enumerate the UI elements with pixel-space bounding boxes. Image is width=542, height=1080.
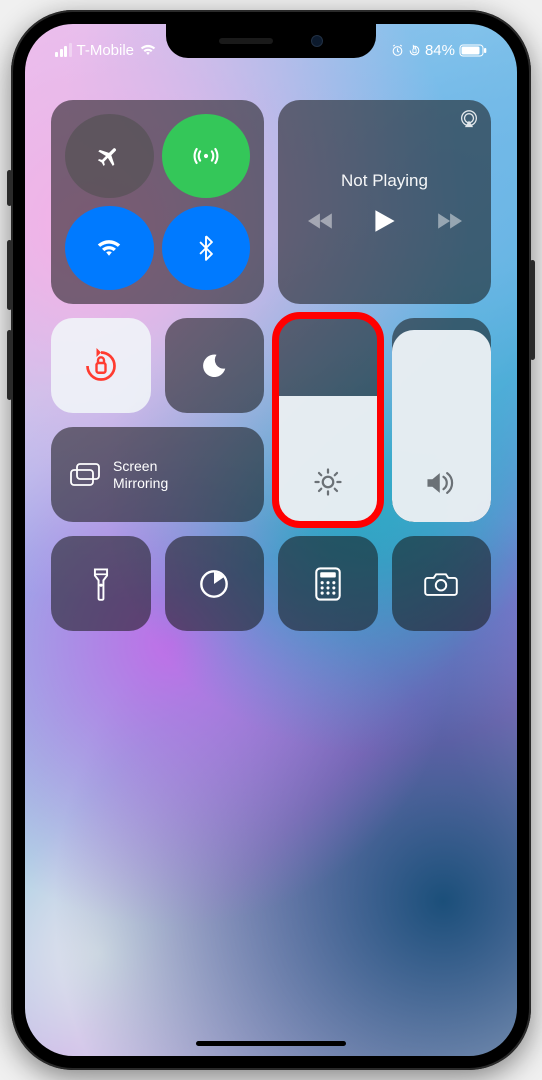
home-indicator[interactable] bbox=[196, 1041, 346, 1046]
moon-icon bbox=[199, 351, 229, 381]
rotation-lock-status-icon bbox=[408, 44, 421, 57]
brightness-slider[interactable] bbox=[278, 318, 378, 522]
screen-mirroring-icon bbox=[69, 462, 101, 488]
battery-icon bbox=[459, 44, 487, 57]
flashlight-icon bbox=[92, 567, 110, 601]
volume-up-hw bbox=[7, 240, 12, 310]
wifi-status-icon bbox=[139, 43, 157, 57]
calculator-icon bbox=[315, 567, 341, 601]
screen-mirroring-label: Screen Mirroring bbox=[113, 458, 168, 490]
wifi-icon bbox=[95, 237, 123, 259]
camera-button[interactable] bbox=[392, 536, 492, 631]
sun-icon bbox=[313, 467, 343, 502]
phone-frame: T-Mobile 84% bbox=[11, 10, 531, 1070]
rotation-lock-icon bbox=[83, 348, 119, 384]
control-center: Not Playing bbox=[51, 100, 491, 631]
connectivity-panel bbox=[51, 100, 264, 304]
airplay-icon[interactable] bbox=[459, 110, 479, 133]
camera-icon bbox=[424, 571, 458, 597]
rotation-lock-toggle[interactable] bbox=[51, 318, 151, 413]
status-right: 84% bbox=[391, 42, 487, 59]
bluetooth-icon bbox=[198, 235, 214, 261]
bluetooth-toggle[interactable] bbox=[162, 206, 251, 290]
play-button[interactable] bbox=[374, 209, 396, 233]
wifi-toggle[interactable] bbox=[65, 206, 154, 290]
cellular-signal-icon bbox=[55, 43, 72, 57]
media-controls bbox=[308, 209, 462, 233]
airplane-mode-toggle[interactable] bbox=[65, 114, 154, 198]
forward-button[interactable] bbox=[436, 212, 462, 230]
speaker-icon bbox=[425, 469, 457, 502]
timer-icon bbox=[198, 568, 230, 600]
status-left: T-Mobile bbox=[55, 42, 157, 59]
carrier-label: T-Mobile bbox=[77, 42, 135, 59]
volume-slider[interactable] bbox=[392, 318, 492, 522]
power-button-hw bbox=[530, 260, 535, 360]
volume-down-hw bbox=[7, 330, 12, 400]
battery-percent-label: 84% bbox=[425, 42, 455, 59]
screen: T-Mobile 84% bbox=[25, 24, 517, 1056]
calculator-button[interactable] bbox=[278, 536, 378, 631]
mute-switch bbox=[7, 170, 12, 206]
cellular-data-toggle[interactable] bbox=[162, 114, 251, 198]
antenna-icon bbox=[192, 142, 220, 170]
media-panel[interactable]: Not Playing bbox=[278, 100, 491, 304]
status-bar: T-Mobile 84% bbox=[25, 32, 517, 68]
alarm-icon bbox=[391, 44, 404, 57]
brightness-fill bbox=[278, 396, 378, 522]
screen-mirroring-button[interactable]: Screen Mirroring bbox=[51, 427, 264, 522]
rewind-button[interactable] bbox=[308, 212, 334, 230]
airplane-icon bbox=[96, 143, 122, 169]
flashlight-button[interactable] bbox=[51, 536, 151, 631]
timer-button[interactable] bbox=[165, 536, 265, 631]
do-not-disturb-toggle[interactable] bbox=[165, 318, 265, 413]
media-title: Not Playing bbox=[341, 171, 428, 191]
